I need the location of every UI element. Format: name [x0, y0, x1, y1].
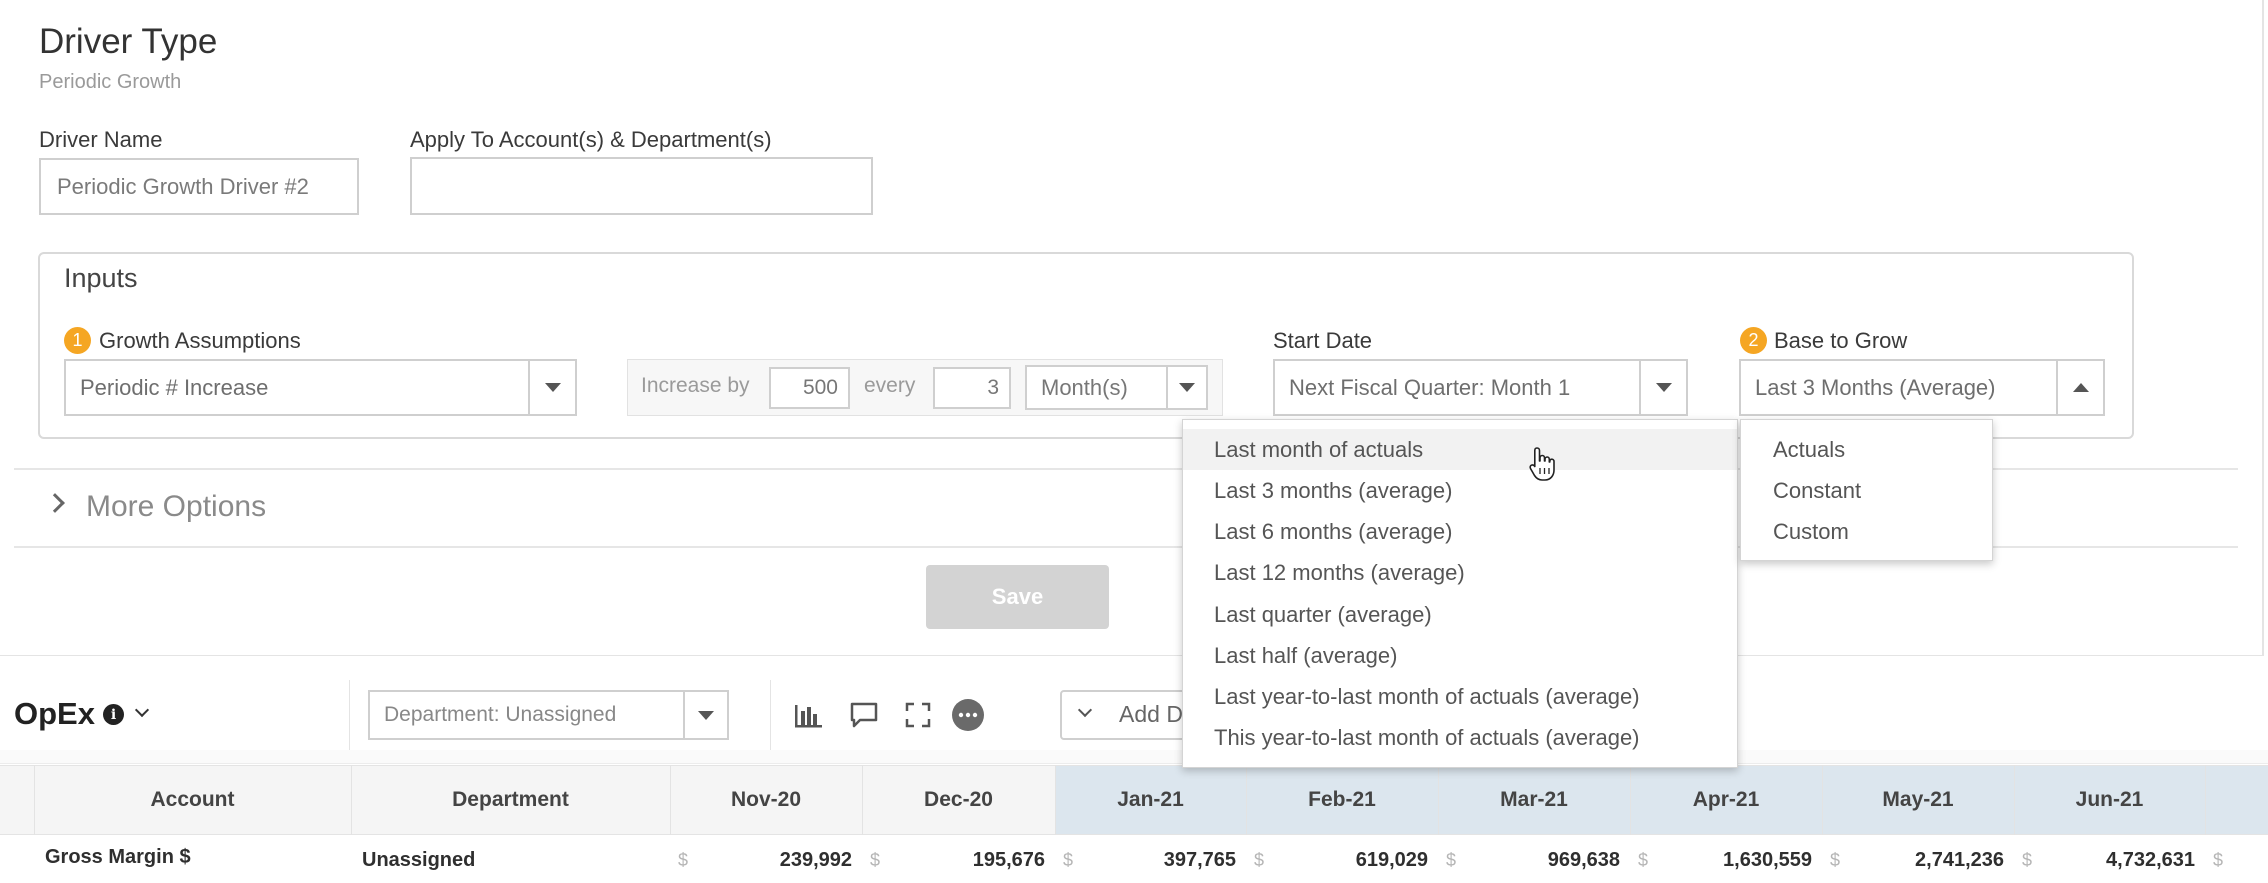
step-1-badge: 1: [64, 327, 91, 354]
value-cell-jan-21[interactable]: 397,765: [1085, 838, 1236, 883]
period-unit-value: Month(s): [1041, 374, 1128, 400]
menu-item-last-year-to-last-month[interactable]: Last year-to-last month of actuals (aver…: [1183, 676, 1737, 717]
column-header-department[interactable]: Department: [351, 765, 670, 835]
add-button-label: Add D: [1119, 701, 1183, 727]
currency-symbol: $: [870, 850, 881, 870]
menu-item-last-month-of-actuals[interactable]: Last month of actuals: [1183, 429, 1737, 470]
increase-amount-input[interactable]: 500: [769, 367, 850, 409]
column-header-dec-20[interactable]: Dec-20: [862, 765, 1055, 835]
menu-item-last-3-months[interactable]: Last 3 months (average): [1183, 470, 1737, 511]
comment-icon[interactable]: [846, 697, 882, 733]
base-to-grow-value: Last 3 Months (Average): [1755, 374, 1996, 400]
column-header-jun-21[interactable]: Jun-21: [2014, 765, 2205, 835]
base-type-menu: Actuals Constant Custom: [1740, 419, 1993, 561]
start-date-label: Start Date: [1273, 328, 1373, 353]
base-to-grow-select[interactable]: Last 3 Months (Average): [1739, 359, 2105, 416]
column-header-mar-21[interactable]: Mar-21: [1438, 765, 1630, 835]
currency-symbol: $: [1063, 850, 1074, 870]
currency-symbol: $: [2022, 850, 2033, 870]
currency-symbol: $: [1446, 850, 1457, 870]
chevron-up-icon[interactable]: [2056, 361, 2103, 414]
base-period-menu: Last month of actuals Last 3 months (ave…: [1182, 419, 1738, 768]
menu-item-last-12-months[interactable]: Last 12 months (average): [1183, 552, 1737, 593]
value-cell-dec-20[interactable]: 195,676: [892, 838, 1045, 883]
column-header-may-21[interactable]: May-21: [1822, 765, 2014, 835]
period-unit-select[interactable]: Month(s): [1025, 365, 1208, 410]
department-filter-select[interactable]: Department: Unassigned: [368, 690, 729, 740]
column-header-apr-21[interactable]: Apr-21: [1630, 765, 1822, 835]
chevron-down-icon[interactable]: [134, 702, 150, 718]
currency-symbol: $: [1830, 850, 1841, 870]
opex-title: OpEx: [14, 696, 95, 731]
column-header-feb-21[interactable]: Feb-21: [1246, 765, 1438, 835]
value-cell-apr-21[interactable]: 1,630,559: [1660, 838, 1812, 883]
currency-symbol: $: [2213, 850, 2224, 870]
column-header-jan-21[interactable]: Jan-21: [1055, 765, 1246, 835]
value-cell-jun-21[interactable]: 4,732,631: [2044, 838, 2195, 883]
step-2-badge: 2: [1740, 327, 1767, 354]
start-date-value: Next Fiscal Quarter: Month 1: [1289, 374, 1571, 400]
chevron-down-icon[interactable]: [528, 361, 575, 414]
growth-assumptions-label: Growth Assumptions: [99, 328, 301, 353]
card-bottom-border: [0, 655, 2264, 656]
increase-by-label: Increase by: [641, 374, 750, 397]
menu-item-constant[interactable]: Constant: [1741, 470, 1992, 511]
menu-item-last-quarter[interactable]: Last quarter (average): [1183, 594, 1737, 635]
value-cell-feb-21[interactable]: 619,029: [1276, 838, 1428, 883]
menu-item-last-half[interactable]: Last half (average): [1183, 635, 1737, 676]
growth-assumptions-select[interactable]: Periodic # Increase: [64, 359, 577, 416]
currency-symbol: $: [678, 850, 689, 870]
menu-item-this-year-to-last-month[interactable]: This year-to-last month of actuals (aver…: [1183, 717, 1737, 758]
apply-to-input[interactable]: [410, 157, 873, 215]
period-count-input[interactable]: 3: [933, 367, 1011, 409]
base-to-grow-label: Base to Grow: [1774, 328, 1908, 353]
chevron-down-icon[interactable]: [1639, 361, 1686, 414]
save-button[interactable]: Save: [926, 565, 1109, 629]
value-cell-may-21[interactable]: 2,741,236: [1852, 838, 2004, 883]
scrolled-strip: [0, 750, 2268, 764]
department-cell: Unassigned: [362, 849, 476, 871]
column-header-nov-20[interactable]: Nov-20: [670, 765, 862, 835]
currency-symbol: $: [1638, 850, 1649, 870]
value-cell-nov-20[interactable]: 239,992: [700, 838, 852, 883]
value-cell-mar-21[interactable]: 969,638: [1468, 838, 1620, 883]
page-title: Driver Type: [39, 22, 218, 61]
info-icon[interactable]: i: [103, 704, 124, 725]
growth-assumptions-value: Periodic # Increase: [80, 374, 269, 400]
menu-item-custom[interactable]: Custom: [1741, 511, 1992, 552]
start-date-select[interactable]: Next Fiscal Quarter: Month 1: [1273, 359, 1688, 416]
more-icon[interactable]: [950, 697, 986, 733]
driver-name-input[interactable]: Periodic Growth Driver #2: [39, 158, 359, 215]
currency-symbol: $: [1254, 850, 1265, 870]
hand-cursor-icon: [1528, 446, 1558, 482]
chevron-right-icon[interactable]: [45, 493, 65, 513]
bar-chart-icon[interactable]: [790, 697, 826, 733]
more-options-toggle[interactable]: More Options: [86, 490, 266, 524]
menu-item-actuals[interactable]: Actuals: [1741, 429, 1992, 470]
every-label: every: [864, 374, 916, 397]
card-edge: [2262, 0, 2264, 656]
toolbar-separator: [770, 680, 771, 752]
driver-name-label: Driver Name: [39, 127, 163, 152]
chevron-down-icon[interactable]: [1166, 367, 1206, 408]
page-subtitle: Periodic Growth: [39, 71, 182, 93]
fullscreen-icon[interactable]: [900, 697, 936, 733]
account-cell: Gross Margin $: [45, 846, 191, 868]
department-filter-value: Department: Unassigned: [384, 703, 617, 726]
apply-to-label: Apply To Account(s) & Department(s): [410, 127, 772, 152]
inputs-heading: Inputs: [64, 263, 138, 293]
column-header-account[interactable]: Account: [34, 765, 351, 835]
toolbar-separator: [349, 680, 350, 752]
menu-item-last-6-months[interactable]: Last 6 months (average): [1183, 511, 1737, 552]
chevron-down-icon[interactable]: [683, 692, 727, 738]
